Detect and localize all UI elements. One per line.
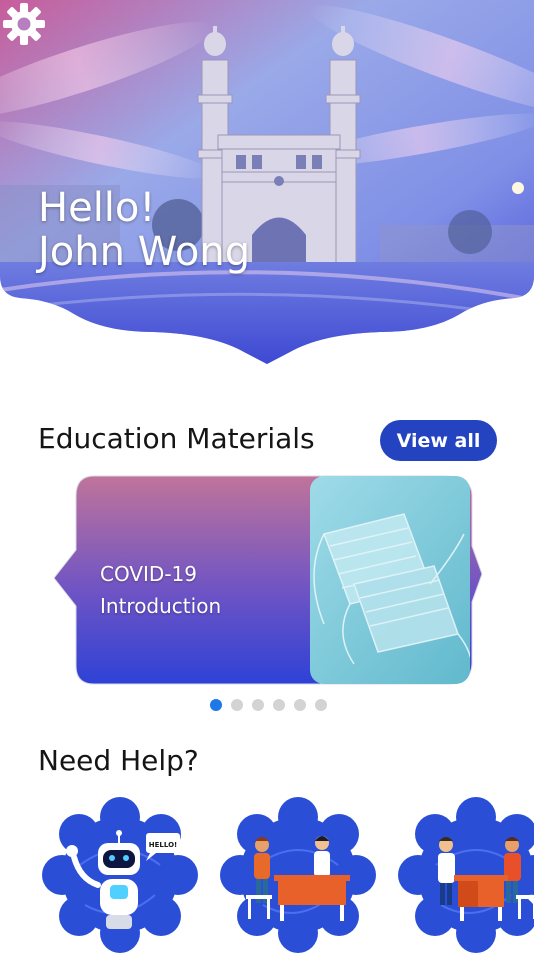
education-card-title: COVID-19 Introduction: [100, 558, 221, 622]
card-title-line2: Introduction: [100, 594, 222, 618]
view-all-button[interactable]: View all: [380, 420, 497, 461]
doctor-consultation-icon: [398, 797, 534, 953]
carousel-dot-3[interactable]: [252, 699, 264, 711]
gear-icon[interactable]: [0, 0, 48, 48]
greeting: Hello! John Wong: [38, 186, 250, 274]
consultation-people-icon: [220, 797, 376, 953]
bot-bubble-text: HELLO!: [149, 841, 177, 849]
carousel-dot-4[interactable]: [273, 699, 285, 711]
carousel-dot-2[interactable]: [231, 699, 243, 711]
help-tile-doctor-visit[interactable]: [396, 795, 534, 955]
need-help-title: Need Help?: [38, 744, 199, 777]
greeting-hello: Hello!: [38, 185, 156, 231]
hero-banner: Hello! John Wong: [0, 0, 534, 370]
carousel-dot-6[interactable]: [315, 699, 327, 711]
card-title-line1: COVID-19: [100, 562, 198, 586]
carousel-dot-5[interactable]: [294, 699, 306, 711]
carousel-dot-1[interactable]: [210, 699, 222, 711]
help-tile-chatbot[interactable]: HELLO!: [40, 795, 200, 955]
user-name: John Wong: [38, 229, 251, 275]
chatbot-robot-icon: HELLO!: [42, 797, 198, 953]
carousel-pagination: [210, 699, 327, 711]
help-tile-consultation[interactable]: [218, 795, 378, 955]
education-materials-title: Education Materials: [38, 422, 315, 455]
